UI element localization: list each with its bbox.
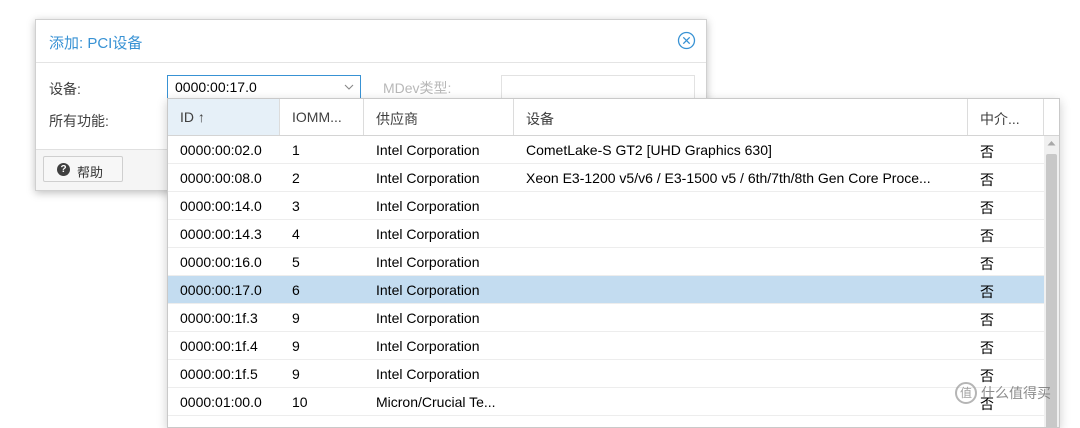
cell-iommu: 9 xyxy=(292,338,300,354)
table-row[interactable]: 0000:01:00.0 10 Micron/Crucial Te... 否 xyxy=(168,388,1044,416)
cell-id: 0000:01:00.0 xyxy=(180,394,262,410)
table-row[interactable]: 0000:00:1f.5 9 Intel Corporation 否 xyxy=(168,360,1044,388)
cell-id: 0000:00:14.0 xyxy=(180,198,262,214)
cell-id: 0000:00:1f.5 xyxy=(180,366,258,382)
cell-id: 0000:00:14.3 xyxy=(180,226,262,242)
grid-header: ID ↑ IOMM... 供应商 设备 中介... xyxy=(168,99,1059,136)
table-row[interactable]: 0000:00:08.0 2 Intel Corporation Xeon E3… xyxy=(168,164,1044,192)
cell-device: Xeon E3-1200 v5/v6 / E3-1500 v5 / 6th/7t… xyxy=(526,170,931,186)
cell-mediated: 否 xyxy=(980,144,994,160)
table-row[interactable]: 0000:00:1f.4 9 Intel Corporation 否 xyxy=(168,332,1044,360)
cell-vendor: Micron/Crucial Te... xyxy=(376,394,496,410)
table-row[interactable]: 0000:00:16.0 5 Intel Corporation 否 xyxy=(168,248,1044,276)
cell-vendor: Intel Corporation xyxy=(376,142,480,158)
cell-iommu: 9 xyxy=(292,310,300,326)
cell-vendor: Intel Corporation xyxy=(376,198,480,214)
cell-iommu: 9 xyxy=(292,366,300,382)
cell-vendor: Intel Corporation xyxy=(376,366,480,382)
cell-mediated: 否 xyxy=(980,284,994,300)
cell-mediated: 否 xyxy=(980,312,994,328)
cell-iommu: 6 xyxy=(292,282,300,298)
cell-id: 0000:00:17.0 xyxy=(180,282,262,298)
cell-mediated: 否 xyxy=(980,172,994,188)
cell-device: CometLake-S GT2 [UHD Graphics 630] xyxy=(526,142,772,158)
table-row[interactable]: 0000:00:1f.3 9 Intel Corporation 否 xyxy=(168,304,1044,332)
cell-vendor: Intel Corporation xyxy=(376,310,480,326)
device-combobox[interactable]: 0000:00:17.0 xyxy=(167,75,361,99)
cell-vendor: Intel Corporation xyxy=(376,226,480,242)
scroll-up-arrow-icon[interactable] xyxy=(1047,140,1056,146)
all-functions-label: 所有功能: xyxy=(49,113,109,129)
mdev-type-combobox[interactable] xyxy=(501,75,695,99)
chevron-down-icon[interactable] xyxy=(344,83,354,91)
cell-iommu: 3 xyxy=(292,198,300,214)
cell-mediated: 否 xyxy=(980,340,994,356)
watermark-logo-icon: 值 xyxy=(955,382,977,404)
close-icon[interactable] xyxy=(677,31,696,50)
watermark: 值 什么值得买 xyxy=(955,380,1080,410)
cell-vendor: Intel Corporation xyxy=(376,254,480,270)
column-header-vendor[interactable]: 供应商 xyxy=(364,99,514,135)
cell-iommu: 2 xyxy=(292,170,300,186)
cell-id: 0000:00:02.0 xyxy=(180,142,262,158)
column-header-device[interactable]: 设备 xyxy=(514,99,968,135)
cell-id: 0000:00:1f.3 xyxy=(180,310,258,326)
cell-id: 0000:00:1f.4 xyxy=(180,338,258,354)
grid-rows: 0000:00:02.0 1 Intel Corporation CometLa… xyxy=(168,136,1044,416)
help-button-label: 帮助 xyxy=(77,165,104,180)
column-header-iommu[interactable]: IOMM... xyxy=(280,99,364,135)
cell-iommu: 5 xyxy=(292,254,300,270)
device-label: 设备: xyxy=(49,81,81,97)
cell-id: 0000:00:08.0 xyxy=(180,170,262,186)
table-row[interactable]: 0000:00:02.0 1 Intel Corporation CometLa… xyxy=(168,136,1044,164)
device-picker-grid: ID ↑ IOMM... 供应商 设备 中介... 0000:00:02.0 1… xyxy=(167,98,1060,428)
table-row-selected[interactable]: 0000:00:17.0 6 Intel Corporation 否 xyxy=(168,276,1044,304)
cell-id: 0000:00:16.0 xyxy=(180,254,262,270)
cell-mediated: 否 xyxy=(980,256,994,272)
table-row[interactable]: 0000:00:14.0 3 Intel Corporation 否 xyxy=(168,192,1044,220)
cell-vendor: Intel Corporation xyxy=(376,282,480,298)
help-button[interactable]: ? 帮助 xyxy=(43,156,123,182)
watermark-text: 什么值得买 xyxy=(981,385,1051,401)
cell-iommu: 10 xyxy=(292,394,308,410)
cell-mediated: 否 xyxy=(980,200,994,216)
device-combobox-value: 0000:00:17.0 xyxy=(175,79,257,95)
cell-vendor: Intel Corporation xyxy=(376,338,480,354)
dialog-title: 添加: PCI设备 xyxy=(49,35,143,52)
cell-vendor: Intel Corporation xyxy=(376,170,480,186)
mdev-type-label: MDev类型: xyxy=(383,80,452,96)
question-circle-icon: ? xyxy=(57,163,70,176)
column-header-id[interactable]: ID ↑ xyxy=(168,99,280,135)
column-header-mediated[interactable]: 中介... xyxy=(968,99,1044,135)
cell-iommu: 1 xyxy=(292,142,300,158)
cell-iommu: 4 xyxy=(292,226,300,242)
table-row[interactable]: 0000:00:14.3 4 Intel Corporation 否 xyxy=(168,220,1044,248)
dialog-header: 添加: PCI设备 xyxy=(36,20,706,63)
cell-mediated: 否 xyxy=(980,228,994,244)
